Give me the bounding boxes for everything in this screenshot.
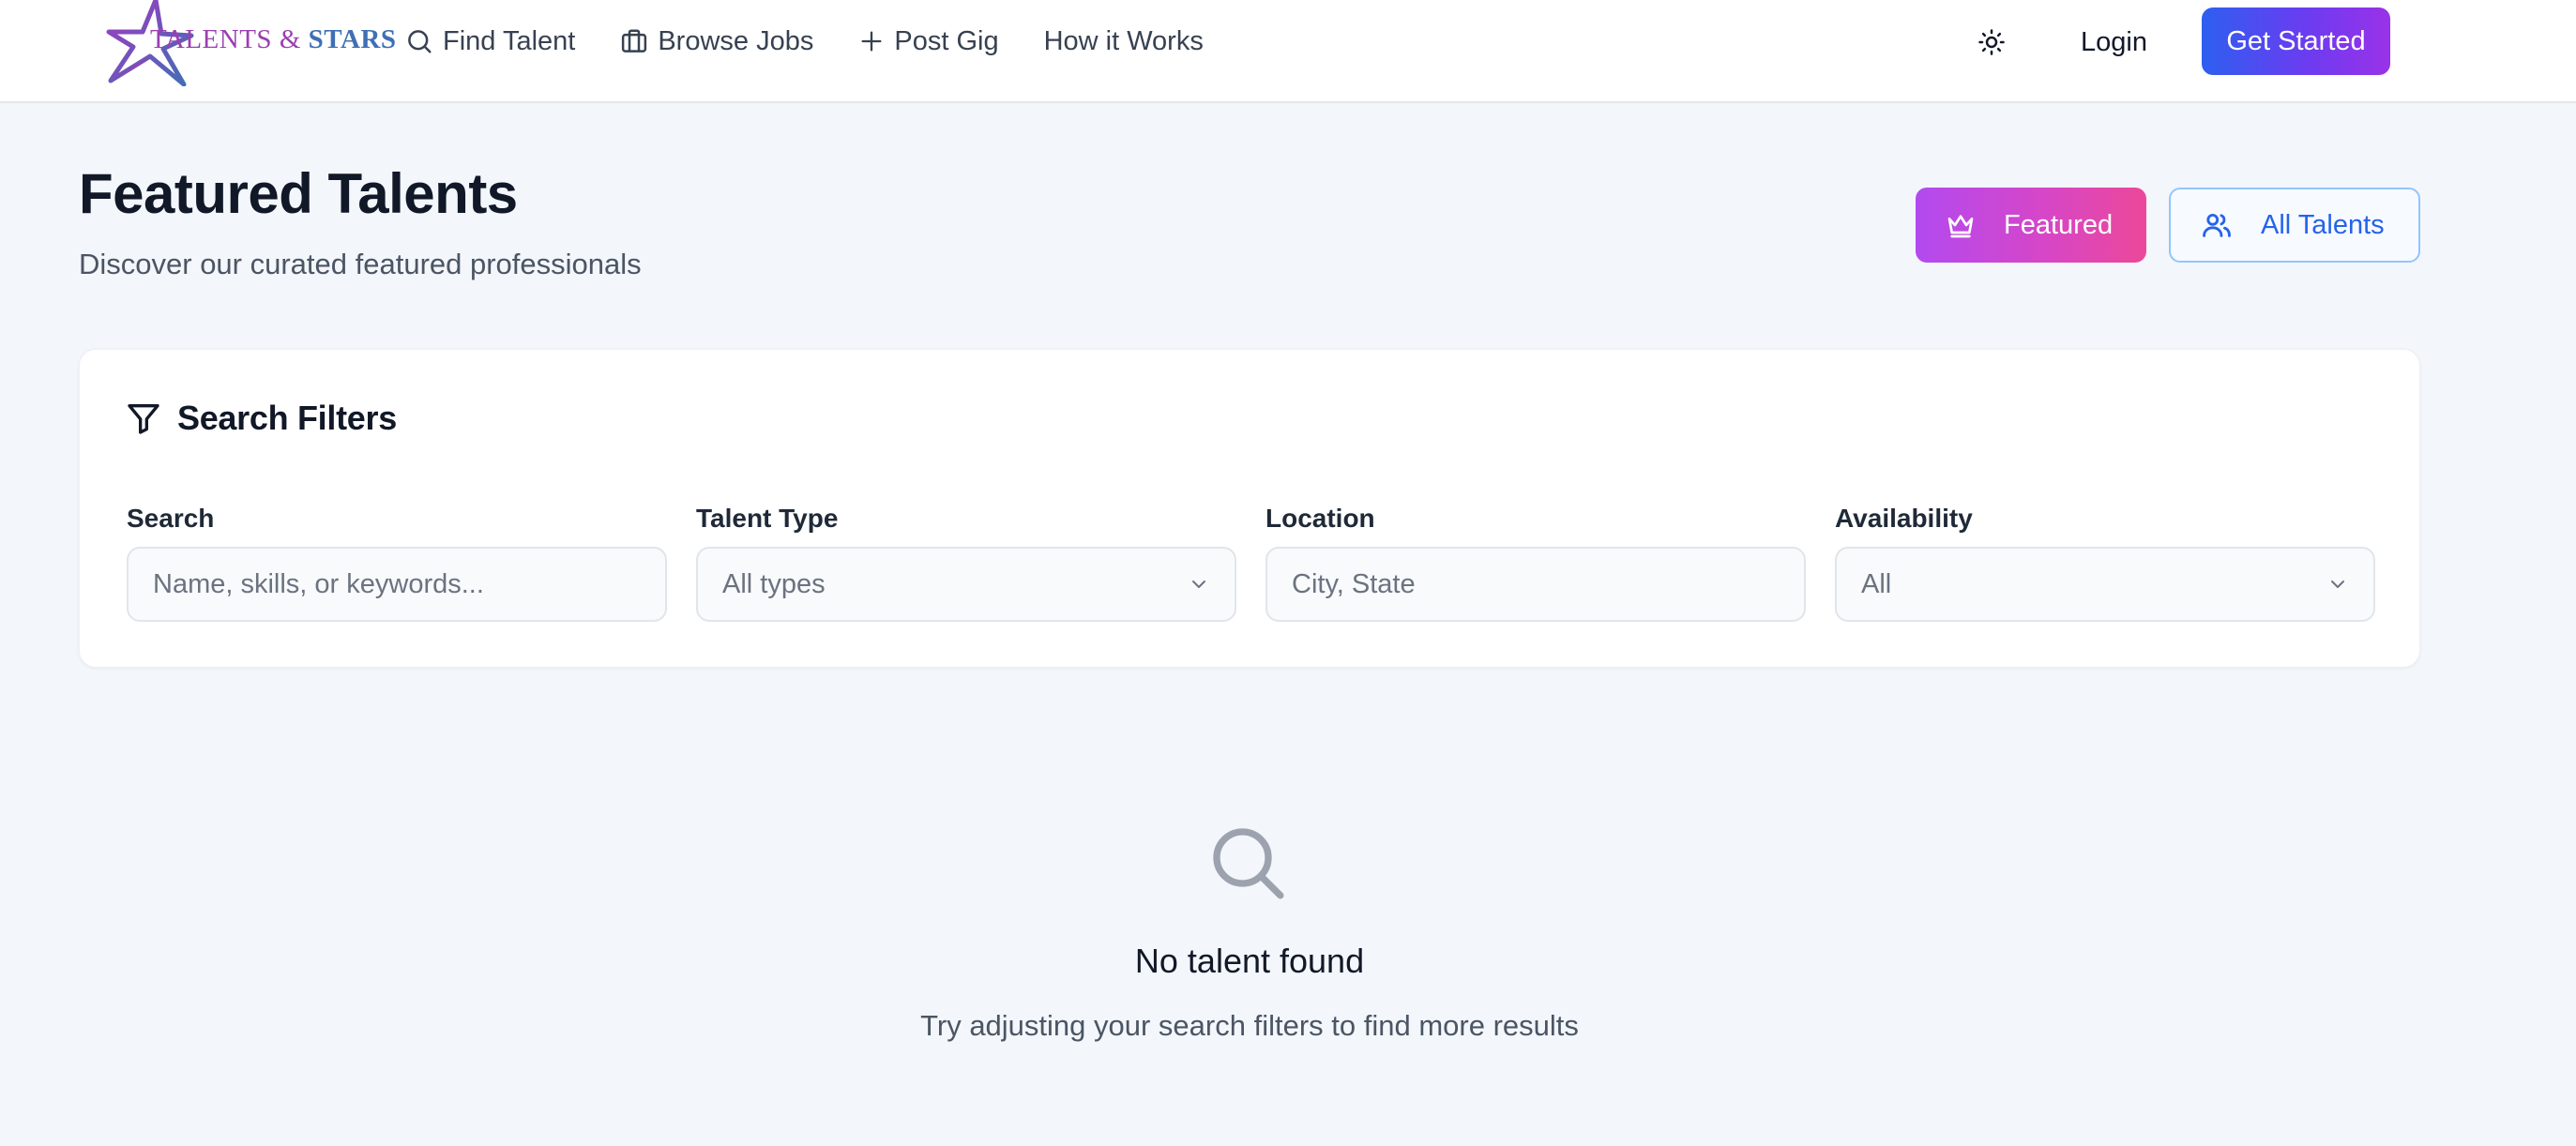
location-input[interactable]: [1292, 568, 1780, 600]
location-input-wrapper: [1265, 547, 1806, 622]
main-nav: Find Talent Browse Jobs Post Gig How it …: [405, 0, 1204, 83]
brand-word-2: STARS: [308, 24, 397, 54]
search-input-wrapper: [127, 547, 667, 622]
talent-type-label: Talent Type: [696, 504, 839, 533]
crown-icon: [1947, 215, 1974, 238]
search-filters-title: Search Filters: [177, 399, 397, 437]
featured-button-label: Featured: [2004, 209, 2114, 240]
briefcase-icon: [622, 29, 647, 53]
talent-type-selected-value: All types: [722, 568, 826, 599]
chevron-down-icon: [1192, 581, 1205, 588]
nav-post-gig-label: Post Gig: [894, 25, 999, 56]
all-talents-toggle-button[interactable]: All Talents: [2169, 188, 2420, 263]
brand-wordmark: TALENTS & STARS: [150, 24, 396, 55]
page-subtitle: Discover our curated featured profession…: [79, 248, 642, 280]
nav-how-it-works[interactable]: How it Works: [1044, 26, 1204, 57]
nav-browse-jobs[interactable]: Browse Jobs: [620, 26, 813, 57]
all-talents-button-label: All Talents: [2261, 209, 2385, 240]
availability-select[interactable]: All: [1835, 547, 2375, 622]
empty-state-message: Try adjusting your search filters to fin…: [920, 1009, 1579, 1042]
search-filters-header: Search Filters: [125, 399, 397, 438]
search-icon: [1213, 828, 1284, 899]
nav-find-talent[interactable]: Find Talent: [405, 26, 575, 57]
brand-logo[interactable]: TALENTS & STARS: [101, 0, 396, 86]
chevron-down-icon: [2331, 581, 2344, 588]
page-title: Featured Talents: [79, 162, 518, 225]
location-label: Location: [1265, 504, 1375, 533]
search-filters-card: Search Filters Search Talent Type All ty…: [79, 349, 2420, 668]
nav-post-gig[interactable]: Post Gig: [858, 25, 999, 57]
brand-word-1: TALENTS: [150, 24, 273, 54]
users-icon: [2203, 213, 2231, 237]
availability-selected-value: All: [1861, 568, 1892, 599]
search-input[interactable]: [153, 568, 641, 600]
search-icon: [408, 30, 432, 53]
login-button[interactable]: Login: [2081, 21, 2147, 64]
search-label: Search: [127, 504, 215, 533]
get-started-button[interactable]: Get Started: [2202, 8, 2390, 75]
theme-toggle-button[interactable]: [1970, 21, 2013, 64]
availability-label: Availability: [1835, 504, 1973, 533]
sun-icon: [1978, 29, 2005, 55]
filter-icon: [128, 404, 159, 434]
top-navbar: TALENTS & STARS Find Talent Browse Jobs …: [0, 0, 2576, 103]
plus-icon: [861, 31, 882, 52]
featured-toggle-button[interactable]: Featured: [1916, 188, 2146, 263]
talent-type-select[interactable]: All types: [696, 547, 1236, 622]
empty-state-title: No talent found: [1134, 942, 1365, 980]
nav-browse-jobs-label: Browse Jobs: [658, 25, 814, 56]
nav-how-it-works-label: How it Works: [1043, 25, 1204, 56]
nav-find-talent-label: Find Talent: [443, 25, 576, 56]
brand-ampersand: &: [279, 24, 301, 54]
